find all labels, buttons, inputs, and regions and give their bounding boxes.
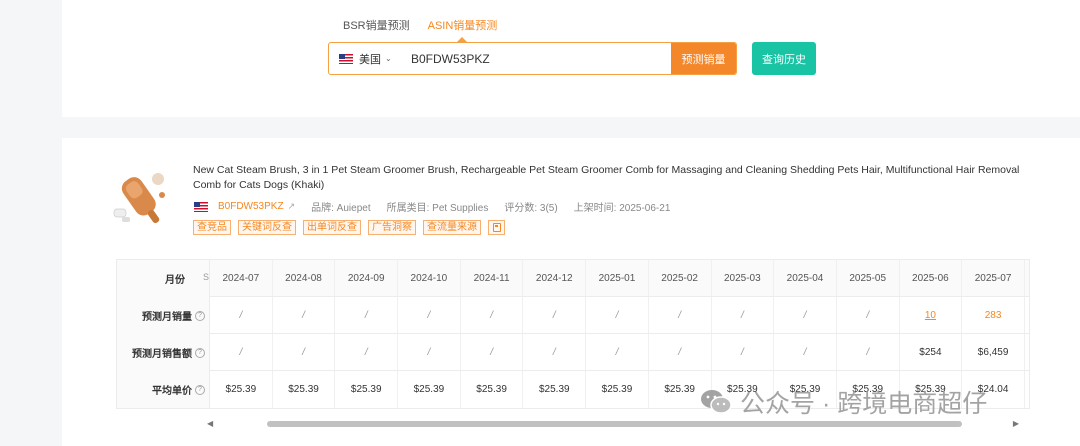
month-cell: 2025-05 — [837, 260, 900, 296]
header-units: 预测月销量? — [142, 297, 205, 334]
units-cell: / — [649, 297, 712, 333]
query-history-button[interactable]: 查询历史 — [752, 42, 816, 75]
country-select[interactable]: 美国 ⌄ — [329, 51, 403, 67]
month-cell: 2024-10 — [398, 260, 461, 296]
header-month: 月份 — [165, 275, 185, 286]
price-cell: $25.39 — [586, 371, 649, 408]
units-cell: / — [461, 297, 524, 333]
month-cell: 2024-11 — [461, 260, 524, 296]
months-row: 2024-07 2024-08 2024-09 2024-10 2024-11 2024-… — [210, 260, 1029, 297]
product-image[interactable] — [110, 165, 172, 227]
us-flag-icon — [339, 53, 353, 64]
price-cell: $25.39 — [273, 371, 336, 408]
units-cell: / — [712, 297, 775, 333]
tag-traffic-source[interactable]: 查流量来源 — [423, 220, 481, 235]
month-cell: 2025-06 — [900, 260, 963, 296]
month-cell: 2025-04 — [774, 260, 837, 296]
truncated-column-marker: S — [203, 272, 210, 282]
horizontal-scrollbar[interactable]: ◀ ▶ — [207, 420, 1019, 428]
calculator-icon[interactable] — [488, 220, 505, 235]
revenue-cell: $254 — [900, 334, 963, 370]
rating: 评分数: 3(5) — [504, 203, 558, 214]
month-cell: 2024-08 — [273, 260, 336, 296]
revenue-cell: / — [523, 334, 587, 370]
month-cell: 2025-02 — [649, 260, 712, 296]
watermark-text: 公众号 · 跨境电商超仔 — [740, 390, 988, 418]
header-price: 平均单价? — [152, 371, 205, 408]
scroll-left-arrow-icon[interactable]: ◀ — [207, 420, 213, 428]
revenue-cell: / — [461, 334, 524, 370]
tab-asin-prediction[interactable]: ASIN销量预测 — [428, 17, 497, 42]
units-cell[interactable]: 10 — [900, 297, 963, 333]
tag-ad-insight[interactable]: 广告洞察 — [368, 220, 416, 235]
revenue-cell: / — [837, 334, 900, 370]
scroll-thumb[interactable] — [267, 421, 962, 427]
units-cell: / — [837, 297, 900, 333]
revenue-cell: / — [774, 334, 837, 370]
units-cell: / — [273, 297, 336, 333]
month-cell: 2025-01 — [586, 260, 649, 296]
units-cell: / — [774, 297, 837, 333]
price-cell: $25.39 — [461, 371, 524, 408]
help-icon[interactable]: ? — [195, 347, 205, 358]
month-cell: 2024-09 — [335, 260, 399, 296]
revenue-cell: / — [586, 334, 649, 370]
country-label: 美国 — [359, 53, 381, 66]
month-cell: 2025-07 — [962, 260, 1025, 296]
revenue-cell: $6,459 — [962, 334, 1025, 370]
units-cell: / — [210, 297, 273, 333]
tag-keyword-reverse[interactable]: 关键词反查 — [238, 220, 296, 235]
units-cell: / — [586, 297, 649, 333]
scroll-right-arrow-icon[interactable]: ▶ — [1013, 420, 1019, 428]
revenue-cell: / — [335, 334, 399, 370]
search-box: 美国 ⌄ 预测销量 — [328, 42, 737, 75]
price-cell: $25.39 — [398, 371, 461, 408]
revenue-cell: / — [712, 334, 775, 370]
revenue-cell: / — [273, 334, 336, 370]
chevron-down-icon: ⌄ — [385, 54, 392, 63]
help-icon[interactable]: ? — [195, 310, 205, 321]
revenue-cell: / — [210, 334, 273, 370]
tab-bsr-prediction[interactable]: BSR销量预测 — [343, 17, 410, 33]
wechat-watermark: 公众号 · 跨境电商超仔 — [700, 384, 987, 420]
month-cell: 2025-03 — [712, 260, 775, 296]
tag-order-word-reverse[interactable]: 出单词反查 — [303, 220, 361, 235]
revenue-cell: / — [398, 334, 461, 370]
units-cell: / — [335, 297, 399, 333]
month-cell: 2024-12 — [523, 260, 587, 296]
row-header-column: 月份 预测月销量? 预测月销售额? 平均单价? S — [117, 260, 210, 408]
revenue-cell: / — [649, 334, 712, 370]
us-flag-icon — [194, 201, 208, 212]
price-cell: $25.39 — [335, 371, 399, 408]
units-row: / / / / / / / / / //10 283 — [210, 297, 1029, 334]
tag-competitors[interactable]: 查竞品 — [193, 220, 231, 235]
wechat-icon — [701, 390, 732, 414]
launch-date: 上架时间: 2025-06-21 — [573, 203, 671, 214]
units-cell: / — [523, 297, 587, 333]
category: 所属类目: Pet Supplies — [386, 203, 489, 214]
asin-input[interactable] — [403, 43, 663, 74]
units-cell[interactable]: 283 — [962, 297, 1025, 333]
price-cell: $25.39 — [210, 371, 273, 408]
revenue-row: / / / / / / / / / / / $254 $6,459 — [210, 334, 1029, 371]
predict-sales-button[interactable]: 预测销量 — [671, 43, 736, 74]
month-cell: 2024-07 — [210, 260, 273, 296]
external-link-icon[interactable]: ↗ — [288, 201, 296, 212]
action-tags: 查竞品 关键词反查 出单词反查 广告洞察 查流量来源 — [193, 220, 505, 235]
header-revenue: 预测月销售额? — [132, 334, 205, 371]
asin-link[interactable]: B0FDW53PKZ — [218, 201, 284, 212]
product-title[interactable]: New Cat Steam Brush, 3 in 1 Pet Steam Gr… — [193, 163, 1033, 193]
brand: 品牌: Auiepet — [311, 203, 371, 214]
product-meta: B0FDW53PKZ ↗ 品牌: Auiepet 所属类目: Pet Suppl… — [194, 199, 686, 214]
help-icon[interactable]: ? — [195, 384, 205, 395]
price-cell: $25.39 — [523, 371, 587, 408]
units-cell: / — [398, 297, 461, 333]
mode-tabs: BSR销量预测 ASIN销量预测 — [343, 17, 497, 42]
